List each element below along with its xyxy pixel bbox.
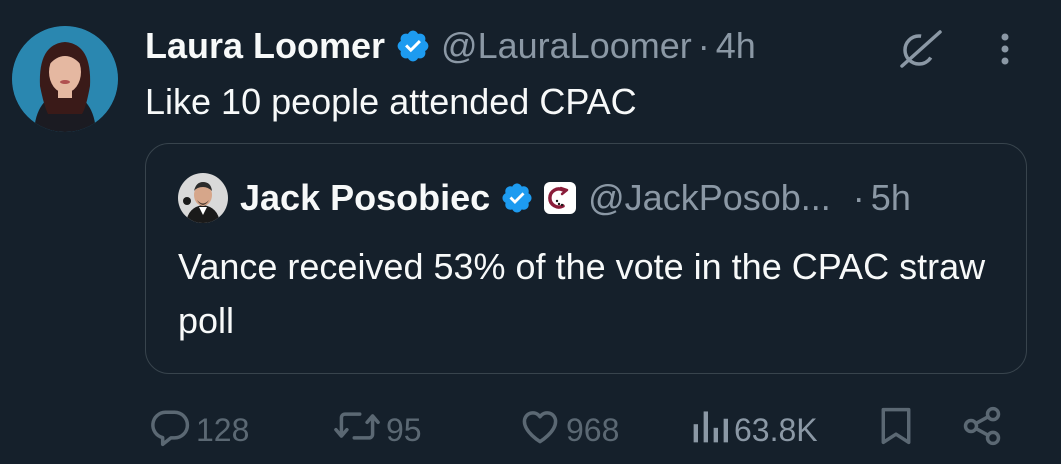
repost-icon [332,404,382,456]
bookmark-icon [876,404,916,456]
verified-badge-icon[interactable] [395,28,431,64]
post-time[interactable]: 4h [716,25,756,67]
views-icon [690,404,730,456]
share-button[interactable] [960,405,1004,455]
quoted-author-name[interactable]: Jack Posobiec [240,177,490,219]
quoted-post-time[interactable]: 5h [871,177,911,219]
quoted-author-avatar[interactable] [178,173,228,223]
repost-count: 95 [386,411,422,448]
affiliate-badge-icon[interactable] [544,182,577,214]
like-button[interactable]: 968 [518,405,619,455]
reply-icon [148,404,192,456]
quoted-post[interactable]: Jack Posobiec @JackPosob... · 5h Vance r… [145,143,1027,374]
share-icon [960,404,1004,456]
reply-button[interactable]: 128 [148,405,249,455]
author-name[interactable]: Laura Loomer [145,25,385,67]
separator-dot: · [852,177,865,218]
verified-badge-icon[interactable] [500,181,534,215]
repost-button[interactable]: 95 [332,405,422,455]
quoted-post-header: Jack Posobiec @JackPosob... · 5h [178,173,911,223]
post-header: Laura Loomer @LauraLoomer · 4h [145,22,756,70]
quoted-author-handle[interactable]: @JackPosob... [588,177,831,219]
like-icon [518,404,562,456]
separator-dot: · [697,25,710,66]
post-text: Like 10 people attended CPAC [145,81,637,122]
views-button[interactable]: 63.8K [690,405,818,455]
bookmark-button[interactable] [876,405,916,455]
reply-count: 128 [196,411,250,448]
view-count: 63.8K [734,411,818,448]
author-avatar[interactable] [12,26,118,132]
like-count: 968 [566,411,620,448]
post-actions: 128 95 968 63.8K [0,405,1061,455]
more-icon[interactable] [995,28,1015,70]
quoted-post-text: Vance received 53% of the vote in the CP… [178,246,986,341]
grok-icon[interactable] [898,26,944,70]
author-handle[interactable]: @LauraLoomer [441,25,692,67]
